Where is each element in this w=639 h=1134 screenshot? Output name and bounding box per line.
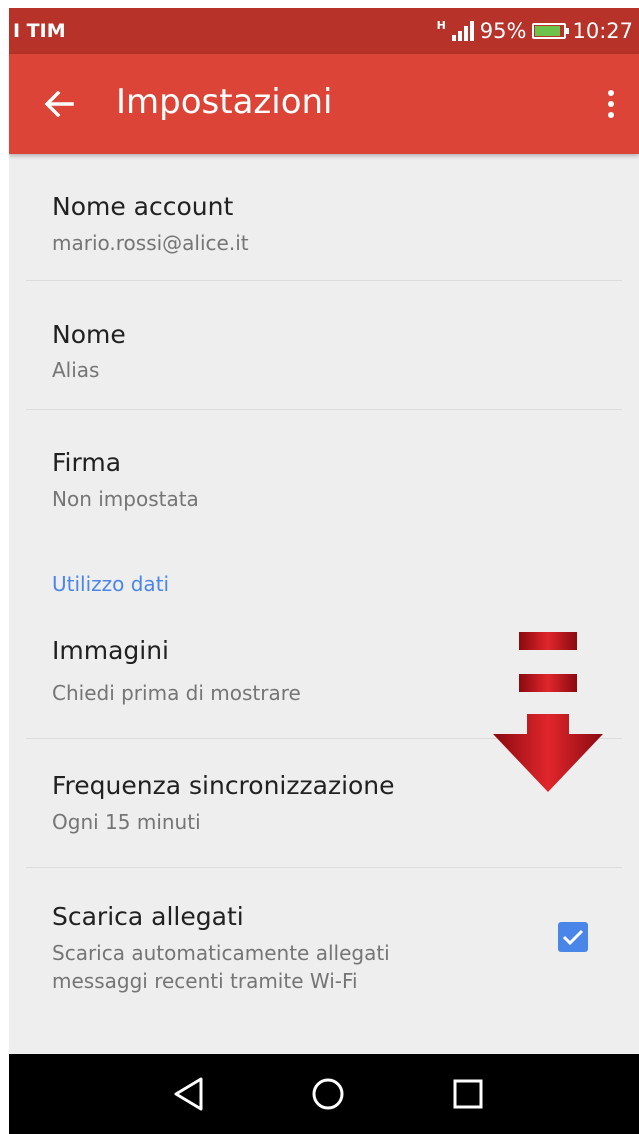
setting-value: Ogni 15 minuti [52,810,201,834]
battery-level-fill [535,26,561,36]
battery-percent: 95% [479,19,527,43]
network-type-label: H [436,19,446,32]
setting-title: Immagini [52,636,170,665]
nav-back-triangle-icon[interactable] [166,1072,210,1116]
nav-home-circle-icon[interactable] [306,1072,350,1116]
setting-title: Firma [52,448,122,477]
attachments-checkbox[interactable] [558,922,588,952]
setting-description-line2: messaggi recenti tramite Wi-Fi [52,969,358,993]
more-vert-icon[interactable] [599,84,623,124]
setting-title: Frequenza sincronizzazione [52,771,395,800]
navigation-bar [9,1054,639,1134]
down-arrow-annotation-icon [493,632,603,792]
page-title: Impostazioni [116,82,333,122]
status-bar: I TIM H 95% 10:27 [9,8,639,54]
setting-value: Chiedi prima di mostrare [52,681,301,705]
clock: 10:27 [572,19,633,43]
status-indicators: H 95% 10:27 [437,19,633,43]
signal-icon [451,21,474,41]
section-header-data-usage: Utilizzo dati [52,572,170,596]
app-bar: Impostazioni [9,54,639,154]
checkmark-icon [562,929,584,946]
setting-value: mario.rossi@alice.it [52,231,249,255]
setting-title: Nome [52,320,126,349]
battery-icon [532,23,570,39]
setting-description-line1: Scarica automaticamente allegati [52,941,390,965]
nav-recents-square-icon[interactable] [446,1072,490,1116]
phone-screen: I TIM H 95% 10:27 Impostazioni Nome acco… [9,8,639,1134]
setting-title: Nome account [52,192,234,221]
setting-signature[interactable]: Firma Non impostata [9,410,639,538]
settings-list: Nome account mario.rossi@alice.it Nome A… [9,154,639,1054]
setting-value: Alias [52,358,100,382]
setting-name[interactable]: Nome Alias [9,281,639,409]
setting-value: Non impostata [52,487,199,511]
carrier-label: I TIM [13,20,66,42]
setting-title: Scarica allegati [52,902,244,931]
arrow-left-icon[interactable] [39,84,79,124]
setting-account-name[interactable]: Nome account mario.rossi@alice.it [9,154,639,280]
setting-download-attachments[interactable]: Scarica allegati Scarica automaticamente… [9,868,639,1018]
